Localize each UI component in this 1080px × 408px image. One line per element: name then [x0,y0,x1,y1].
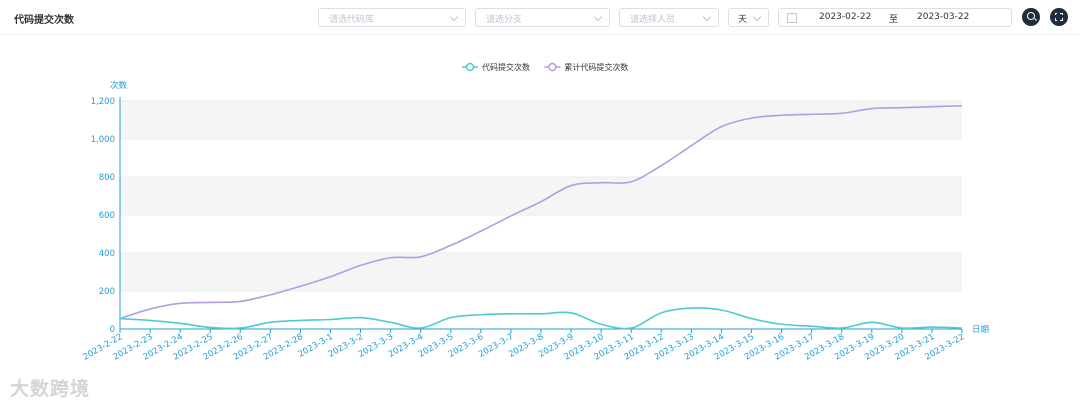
legend-label-1: 代码提交次数 [482,62,530,72]
y-tick-label: 0 [110,325,115,335]
watermark-logo: 大数跨境 [10,378,91,400]
y-tick-label: 200 [99,287,115,297]
y-tick-label: 1,200 [91,97,115,107]
grid-band [120,139,962,177]
y-tick-label: 1,000 [91,135,115,145]
legend-marker-1 [465,62,475,72]
x-axis-title: 日期 [972,325,989,335]
grid-band [120,253,962,291]
grid-band [120,177,962,215]
y-axis-title: 次数 [110,80,128,91]
y-tick-label: 800 [99,173,115,183]
legend-label-2: 累计代码提交次数 [564,62,628,72]
grid-band [120,215,962,253]
grid-band [120,291,962,329]
legend-marker-2 [548,62,557,72]
y-tick-label: 400 [99,249,115,259]
line-chart: 02004006008001,0001,200次数日期2023-2-222023… [81,62,989,363]
grid-band [120,101,962,139]
y-tick-label: 600 [99,211,115,221]
